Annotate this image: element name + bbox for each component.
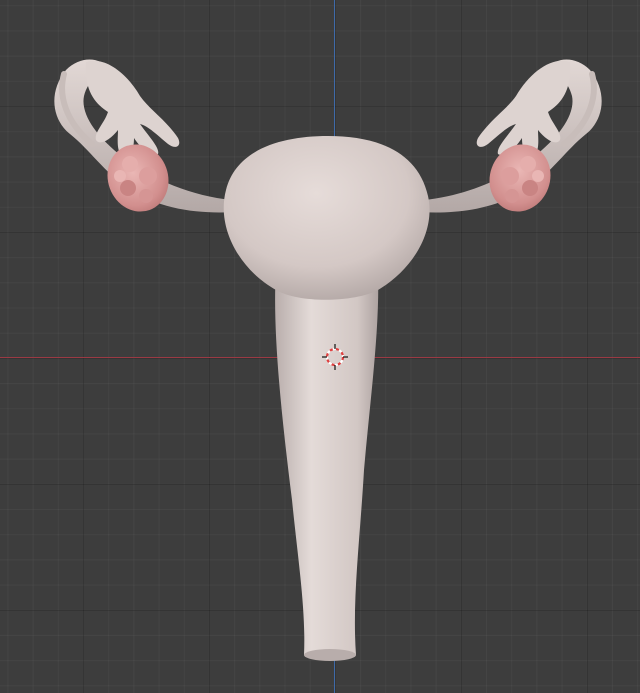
3d-viewport[interactable] <box>0 0 640 693</box>
3d-cursor-icon[interactable] <box>322 344 348 370</box>
vaginal-canal[interactable] <box>275 270 379 661</box>
model-scene[interactable] <box>0 0 640 693</box>
uterus-body[interactable] <box>223 136 430 300</box>
canal-opening <box>304 649 356 661</box>
